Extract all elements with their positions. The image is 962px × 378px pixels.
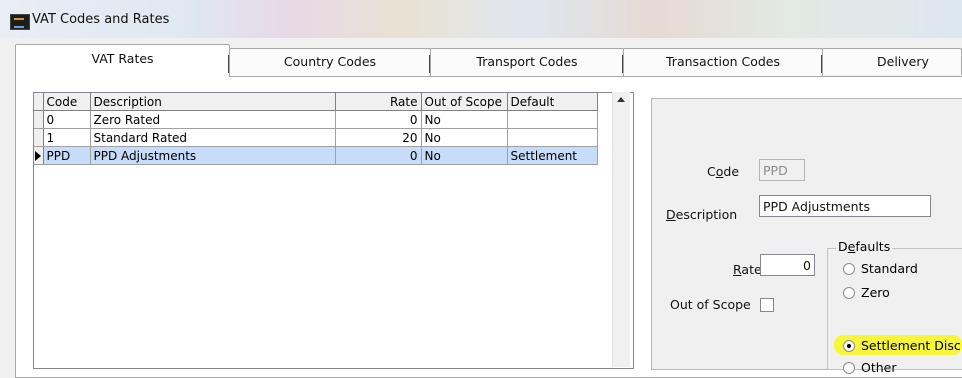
code-field[interactable]: PPD bbox=[759, 159, 805, 181]
out-of-scope-label: Out of Scope bbox=[670, 297, 751, 312]
row-indicator[interactable] bbox=[34, 146, 44, 165]
table-row-selected[interactable]: PPD PPD Adjustments 0 No Settlement bbox=[34, 146, 598, 165]
radio-settlement-disc[interactable] bbox=[843, 340, 855, 352]
default-option-standard[interactable]: Standard bbox=[843, 260, 953, 278]
default-option-settlement-disc[interactable]: Settlement Disc bbox=[843, 337, 962, 355]
table-row[interactable]: 0 Zero Rated 0 No bbox=[34, 110, 598, 129]
current-row-arrow-icon bbox=[35, 151, 41, 161]
vat-rates-grid[interactable]: Code Description Rate Out of Scope Defau… bbox=[33, 92, 634, 369]
code-label: Code bbox=[707, 164, 740, 179]
radio-zero[interactable] bbox=[843, 287, 855, 299]
cell-code[interactable]: PPD bbox=[43, 146, 91, 165]
defaults-group-title: Defaults bbox=[836, 239, 893, 254]
tab-vat-rates[interactable]: VAT Rates bbox=[15, 44, 230, 77]
cell-description[interactable]: Zero Rated bbox=[90, 110, 336, 129]
cell-default[interactable] bbox=[507, 110, 598, 129]
tab-divider bbox=[228, 55, 229, 73]
tab-transaction-codes[interactable]: Transaction Codes bbox=[623, 48, 823, 76]
description-field[interactable]: PPD Adjustments bbox=[759, 195, 931, 217]
cell-rate[interactable]: 0 bbox=[335, 146, 422, 165]
table-row[interactable]: 1 Standard Rated 20 No bbox=[34, 128, 598, 147]
cell-out-of-scope[interactable]: No bbox=[421, 146, 508, 165]
tab-transport-codes[interactable]: Transport Codes bbox=[430, 48, 624, 76]
grid-header-row: Code Description Rate Out of Scope Defau… bbox=[34, 93, 598, 111]
cell-default[interactable] bbox=[507, 128, 598, 147]
tab-country-codes[interactable]: Country Codes bbox=[229, 48, 431, 76]
tab-strip: VAT Rates Country Codes Transport Codes … bbox=[0, 44, 962, 95]
tab-divider bbox=[622, 55, 623, 73]
title-bar: VAT Codes and Rates bbox=[0, 0, 962, 38]
default-option-zero[interactable]: Zero bbox=[843, 284, 953, 302]
cell-out-of-scope[interactable]: No bbox=[421, 128, 508, 147]
radio-standard[interactable] bbox=[843, 263, 855, 275]
column-header-out-of-scope[interactable]: Out of Scope bbox=[421, 93, 508, 111]
rate-label: Rate bbox=[733, 262, 762, 277]
row-indicator-header bbox=[34, 93, 44, 111]
rate-field[interactable]: 0 bbox=[760, 254, 815, 276]
column-header-default[interactable]: Default bbox=[507, 93, 598, 111]
row-indicator[interactable] bbox=[34, 128, 44, 147]
radio-other[interactable] bbox=[843, 362, 855, 374]
cell-description[interactable]: PPD Adjustments bbox=[90, 146, 336, 165]
default-option-other[interactable]: Other bbox=[843, 359, 953, 377]
row-indicator[interactable] bbox=[34, 110, 44, 129]
tab-delivery-codes[interactable]: Delivery Code bbox=[822, 48, 962, 95]
description-label: Description bbox=[666, 207, 738, 222]
app-icon bbox=[10, 14, 30, 30]
grid-vertical-scrollbar[interactable] bbox=[612, 92, 630, 367]
out-of-scope-checkbox[interactable] bbox=[760, 298, 774, 312]
cell-code[interactable]: 1 bbox=[43, 128, 91, 147]
cell-description[interactable]: Standard Rated bbox=[90, 128, 336, 147]
column-header-rate[interactable]: Rate bbox=[335, 93, 422, 111]
tab-divider bbox=[821, 55, 822, 73]
cell-default[interactable]: Settlement bbox=[507, 146, 598, 165]
cell-rate[interactable]: 0 bbox=[335, 110, 422, 129]
column-header-code[interactable]: Code bbox=[43, 93, 91, 111]
column-header-description[interactable]: Description bbox=[90, 93, 336, 111]
cell-rate[interactable]: 20 bbox=[335, 128, 422, 147]
cell-code[interactable]: 0 bbox=[43, 110, 91, 129]
tab-divider bbox=[429, 55, 430, 73]
scroll-up-arrow-icon[interactable] bbox=[617, 97, 625, 102]
cell-out-of-scope[interactable]: No bbox=[421, 110, 508, 129]
window-title: VAT Codes and Rates bbox=[32, 12, 170, 27]
